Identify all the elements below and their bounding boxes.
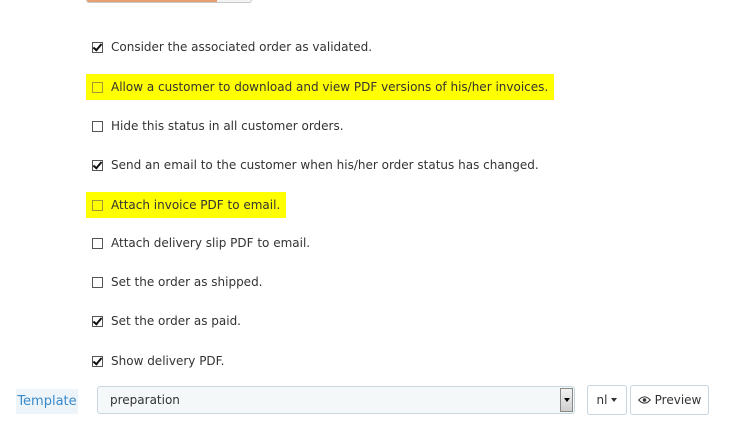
checkbox-attach-invoice[interactable] (92, 199, 103, 211)
checkbox-hide-status[interactable] (92, 120, 103, 132)
language-label: nl (596, 393, 608, 407)
option-attach-delivery-slip[interactable]: Attach delivery slip PDF to email. (92, 236, 310, 250)
option-paid[interactable]: Set the order as paid. (92, 314, 241, 328)
checkbox-shipped[interactable] (92, 276, 103, 288)
checkbox-show-delivery-pdf[interactable] (92, 355, 103, 367)
eye-icon (637, 396, 651, 404)
option-shipped[interactable]: Set the order as shipped. (92, 275, 263, 289)
language-dropdown-button[interactable]: nl (587, 385, 627, 415)
option-label: Set the order as paid. (111, 314, 241, 328)
option-label: Set the order as shipped. (111, 275, 263, 289)
option-invoice-download[interactable]: Allow a customer to download and view PD… (86, 74, 555, 100)
option-show-delivery-pdf[interactable]: Show delivery PDF. (92, 354, 224, 368)
preview-button[interactable]: Preview (630, 385, 709, 415)
option-send-email[interactable]: Send an email to the customer when his/h… (92, 158, 539, 172)
checkbox-paid[interactable] (92, 315, 103, 327)
option-validated[interactable]: Consider the associated order as validat… (92, 40, 372, 54)
checkbox-send-email[interactable] (92, 159, 103, 171)
option-label: Allow a customer to download and view PD… (111, 80, 549, 94)
checkbox-invoice-download[interactable] (92, 81, 103, 93)
option-label: Attach delivery slip PDF to email. (111, 236, 311, 250)
top-progress-fill (87, 0, 217, 2)
template-selected-value: preparation (110, 393, 180, 407)
template-select[interactable]: preparation (97, 386, 575, 414)
checkbox-validated[interactable] (92, 41, 103, 53)
checkbox-attach-delivery-slip[interactable] (92, 237, 103, 249)
select-dropdown-arrow-icon[interactable] (560, 388, 573, 412)
option-label: Consider the associated order as validat… (111, 40, 373, 54)
template-label: Template (16, 389, 78, 414)
option-attach-invoice[interactable]: Attach invoice PDF to email. (86, 192, 287, 218)
caret-down-icon (611, 398, 618, 402)
top-progress-widget (86, 0, 252, 3)
option-label: Attach invoice PDF to email. (111, 198, 281, 212)
preview-label: Preview (654, 393, 702, 407)
option-label: Hide this status in all customer orders. (111, 119, 344, 133)
option-hide-status[interactable]: Hide this status in all customer orders. (92, 119, 344, 133)
option-label: Show delivery PDF. (111, 354, 225, 368)
option-label: Send an email to the customer when his/h… (111, 158, 539, 172)
